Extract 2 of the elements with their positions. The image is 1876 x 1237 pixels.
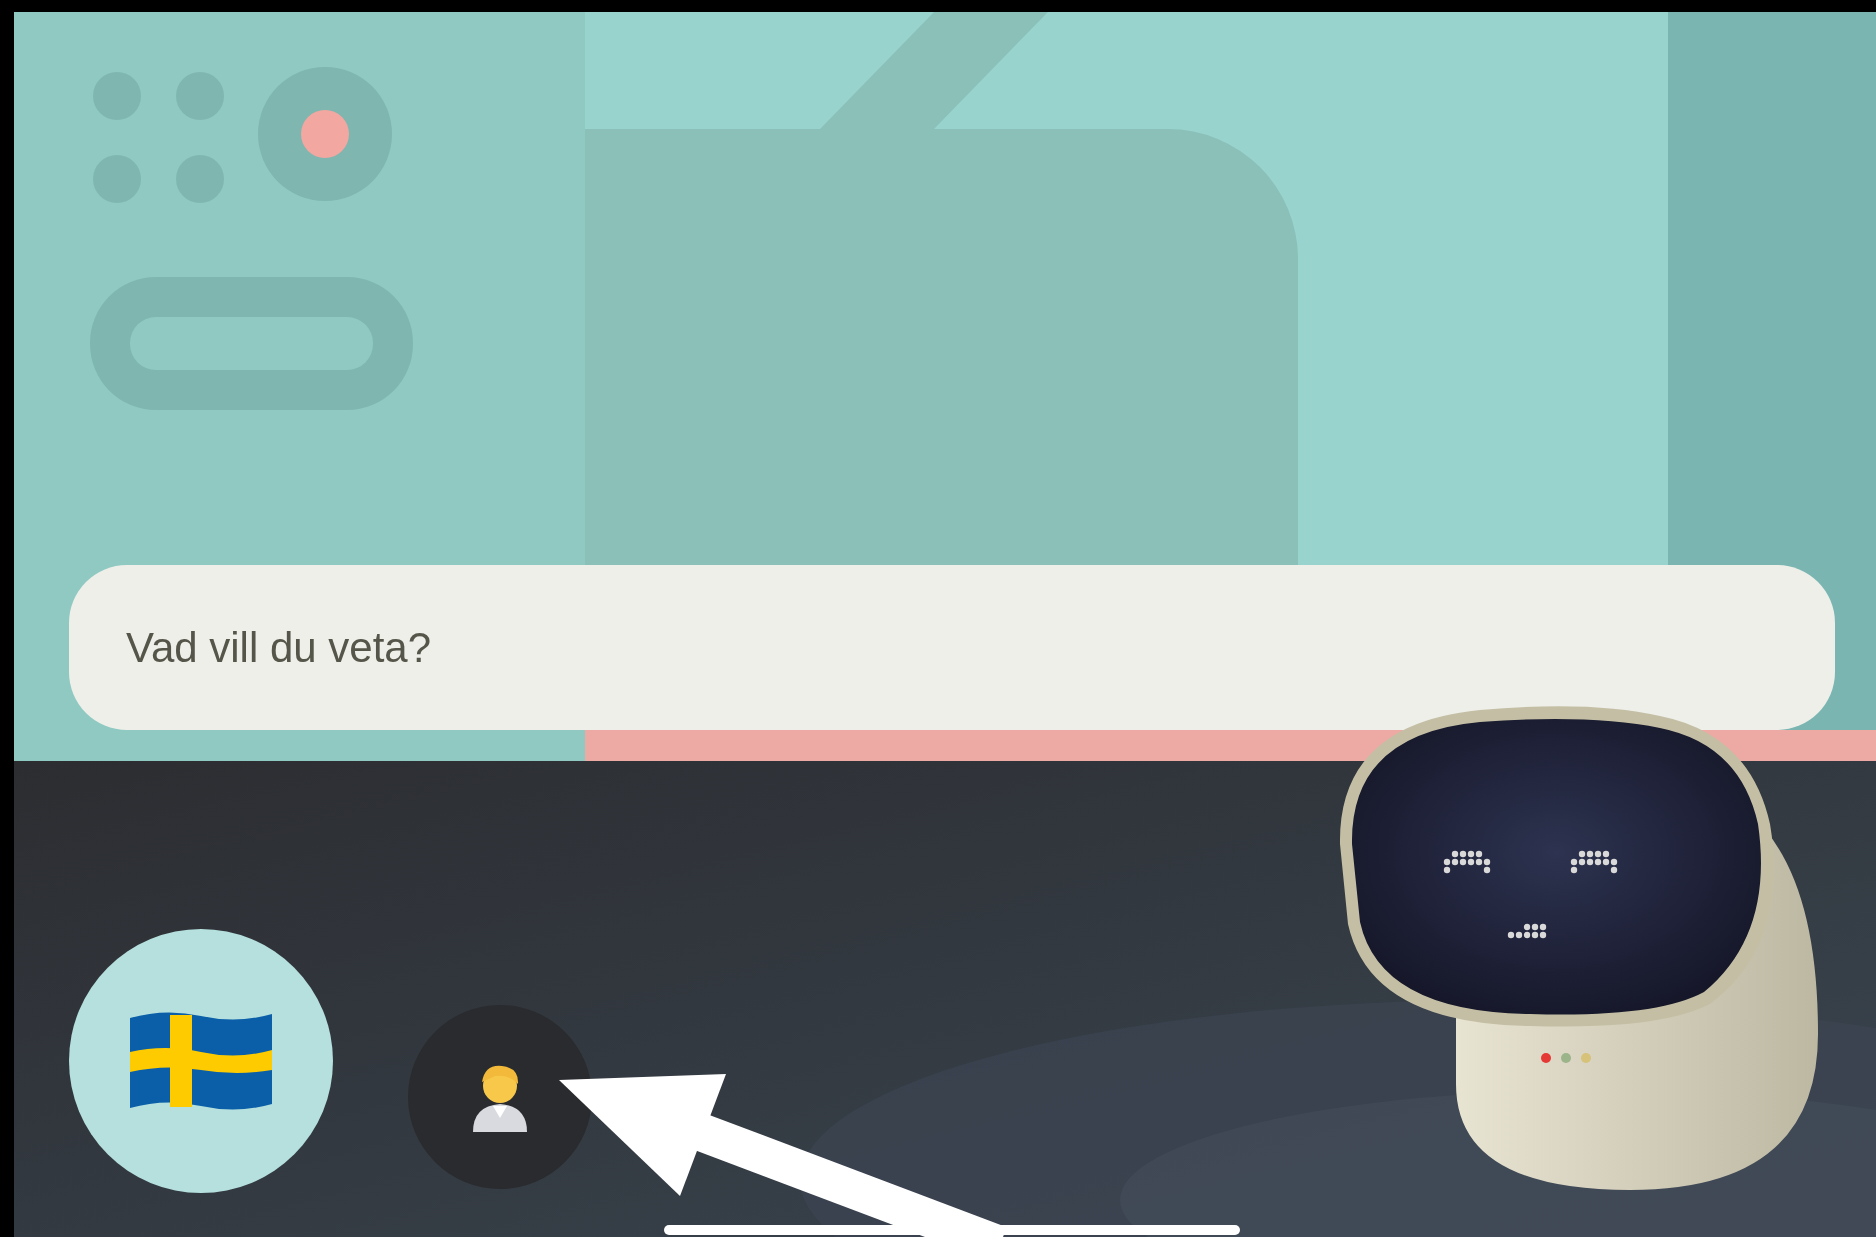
question-input-field[interactable]: Vad vill du veta? — [69, 565, 1835, 730]
sweden-flag-icon — [130, 1010, 272, 1112]
